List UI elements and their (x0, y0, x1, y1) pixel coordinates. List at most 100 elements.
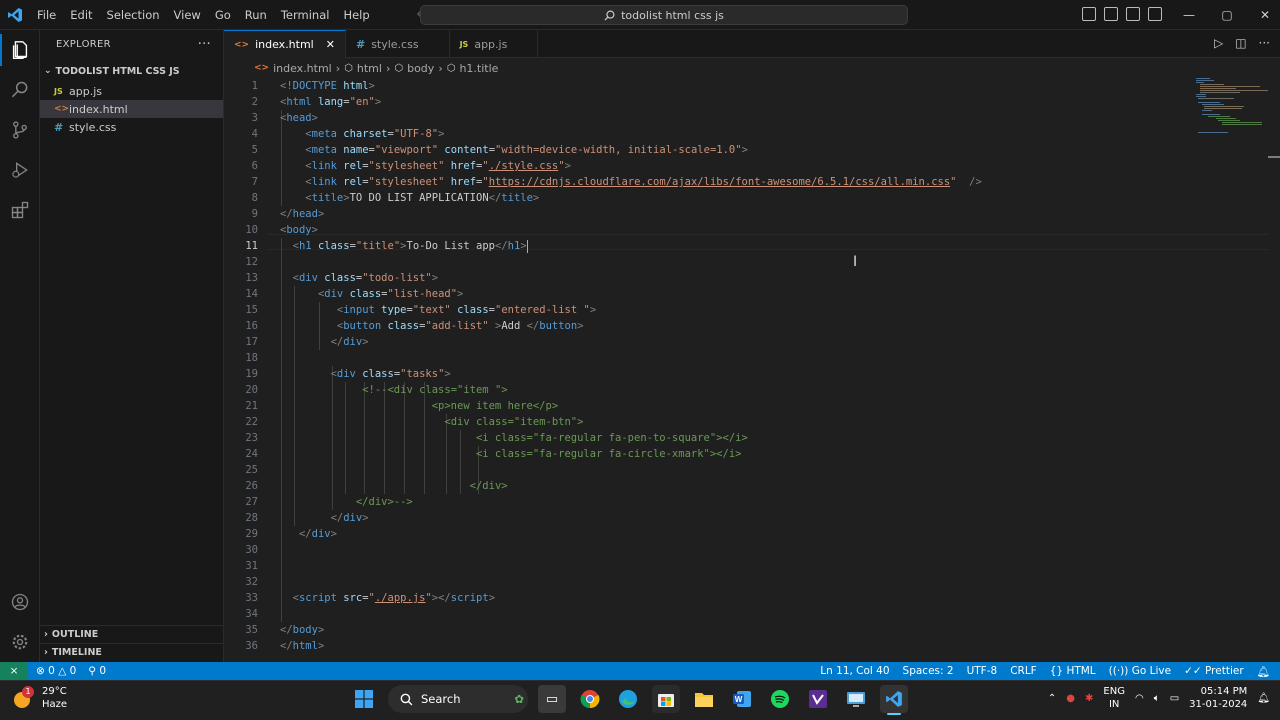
vscode-taskbar-icon[interactable] (880, 685, 908, 715)
breadcrumb-html[interactable]: html (357, 62, 382, 75)
prettier-button[interactable]: ✓✓ Prettier (1184, 665, 1244, 678)
remote-desktop-icon[interactable] (842, 685, 870, 713)
manage-gear-icon[interactable] (0, 622, 40, 662)
system-clock[interactable]: 05:14 PM 31-01-2024 (1189, 685, 1247, 711)
command-center-search[interactable]: todolist html css js (420, 5, 908, 25)
remote-indicator-icon[interactable]: ⨯ (0, 662, 28, 680)
text-cursor (526, 239, 528, 253)
line-number: 29 (245, 528, 258, 540)
line-number: 19 (245, 368, 258, 380)
taskbar-search-label: Search (421, 692, 461, 706)
notification-bell-icon[interactable]: 🔔︎ (1257, 693, 1270, 704)
weather-widget[interactable]: 1 29°C Haze (12, 685, 67, 711)
edge-icon[interactable] (614, 685, 642, 713)
file-explorer-icon[interactable] (690, 685, 718, 713)
menu-help[interactable]: Help (336, 0, 376, 30)
show-hidden-icons-chevron-icon[interactable]: ⌃ (1048, 693, 1056, 704)
taskbar-search[interactable]: Search ✿ (388, 685, 528, 713)
chevron-right-icon: › (335, 61, 341, 75)
tab-label: app.js (474, 37, 508, 51)
notifications-bell-icon[interactable]: 🔔︎ (1257, 665, 1270, 678)
status-bar: ⨯ ⊗ 0 △ 0 ⚲ 0 Ln 11, Col 40 Spaces: 2 UT… (0, 662, 1280, 680)
element-icon: ⬡ (344, 62, 353, 74)
breadcrumb-file[interactable]: index.html (273, 62, 332, 75)
explorer-icon[interactable] (0, 30, 40, 70)
close-icon[interactable]: ✕ (326, 38, 335, 51)
extensions-icon[interactable] (0, 190, 40, 230)
menu-view[interactable]: View (167, 0, 208, 30)
tab-style-css[interactable]: # style.css (346, 30, 450, 58)
file-index-html[interactable]: <> index.html (40, 100, 223, 118)
workspace-folder[interactable]: ⌄ TODOLIST HTML CSS JS (40, 60, 223, 82)
code-line-23: <i class="fa-regular fa-pen-to-square"><… (475, 432, 748, 444)
code-line-10: <body> (280, 224, 318, 236)
line-number: 28 (245, 512, 258, 524)
toggle-secondary-sidebar-icon[interactable] (1126, 7, 1140, 21)
menu-terminal[interactable]: Terminal (274, 0, 337, 30)
breadcrumb-body[interactable]: body (407, 62, 434, 75)
line-number-row: 35 (224, 622, 1280, 638)
code-line-33: <script src="./app.js"></script> (292, 592, 496, 604)
language-indicator[interactable]: ENG IN (1103, 685, 1125, 711)
more-actions-icon[interactable]: ··· (1259, 36, 1270, 50)
encoding[interactable]: UTF-8 (967, 665, 998, 678)
menu-go[interactable]: Go (208, 0, 238, 30)
tab-app-js[interactable]: JS app.js (450, 30, 539, 58)
maximize-icon[interactable]: ▢ (1208, 0, 1246, 30)
language-mode[interactable]: {} HTML (1050, 665, 1096, 678)
menu-run[interactable]: Run (238, 0, 274, 30)
tray-pin-icon[interactable]: ✱ (1085, 693, 1093, 704)
toggle-sidebar-icon[interactable] (1082, 7, 1096, 21)
breadcrumb-h1[interactable]: h1.title (459, 62, 498, 75)
toggle-panel-icon[interactable] (1104, 7, 1118, 21)
line-number-row: 10 (224, 222, 1280, 238)
menu-edit[interactable]: Edit (63, 0, 99, 30)
go-live-button[interactable]: ((·)) Go Live (1109, 665, 1171, 678)
source-control-icon[interactable] (0, 110, 40, 150)
spotify-icon[interactable] (766, 685, 794, 713)
line-number-row: 18 (224, 350, 1280, 366)
ports-indicator[interactable]: ⚲ 0 (88, 665, 106, 677)
line-number: 30 (245, 544, 258, 556)
outline-section[interactable]: › OUTLINE (40, 625, 224, 643)
tray-app-icon[interactable]: ● (1066, 693, 1075, 704)
problems-indicator[interactable]: ⊗ 0 △ 0 (36, 665, 76, 677)
file-app-js[interactable]: JS app.js (40, 82, 223, 100)
split-editor-icon[interactable]: ◫ (1235, 36, 1246, 50)
customize-layout-icon[interactable] (1148, 7, 1162, 21)
search-icon (400, 693, 413, 705)
indentation[interactable]: Spaces: 2 (903, 665, 954, 678)
menu-file[interactable]: File (30, 0, 63, 30)
line-number: 16 (245, 320, 258, 332)
accounts-icon[interactable] (0, 582, 40, 622)
file-style-css[interactable]: # style.css (40, 118, 223, 136)
element-icon: ⬡ (446, 62, 456, 74)
code-line-9: </head> (280, 208, 325, 220)
more-actions-icon[interactable]: ··· (198, 37, 211, 52)
volume-icon[interactable]: 🔈︎ (1154, 693, 1160, 704)
wifi-icon[interactable]: ◠ (1135, 693, 1144, 704)
end-of-line[interactable]: CRLF (1010, 665, 1037, 678)
search-icon[interactable] (0, 70, 40, 110)
minimize-icon[interactable]: — (1170, 0, 1208, 30)
word-icon[interactable]: W (728, 685, 756, 713)
close-icon[interactable]: ✕ (1246, 0, 1280, 30)
menu-selection[interactable]: Selection (100, 0, 167, 30)
code-editor[interactable]: 1 2 3 4 5 6 7 8 9 10 11 12 13 14 15 16 17 18 19 20 21 22 23 24 2… (224, 78, 1280, 662)
cursor-position[interactable]: Ln 11, Col 40 (820, 665, 889, 678)
microsoft-store-icon[interactable] (652, 685, 680, 713)
line-number: 9 (251, 208, 258, 220)
lang-primary: ENG (1103, 686, 1125, 697)
windows-start-icon[interactable] (350, 685, 378, 713)
line-number: 10 (245, 224, 258, 236)
minimap[interactable] (1194, 78, 1270, 138)
chrome-icon[interactable] (576, 685, 604, 713)
run-file-icon[interactable]: ▷ (1214, 36, 1223, 50)
battery-icon[interactable]: ▭ (1170, 693, 1179, 704)
tab-index-html[interactable]: <> index.html ✕ (224, 30, 346, 58)
timeline-section[interactable]: › TIMELINE (40, 643, 224, 661)
run-debug-icon[interactable] (0, 150, 40, 190)
css-file-icon: # (355, 37, 366, 51)
visual-studio-icon[interactable] (804, 685, 832, 713)
task-view-icon[interactable]: ▭ (538, 685, 566, 713)
